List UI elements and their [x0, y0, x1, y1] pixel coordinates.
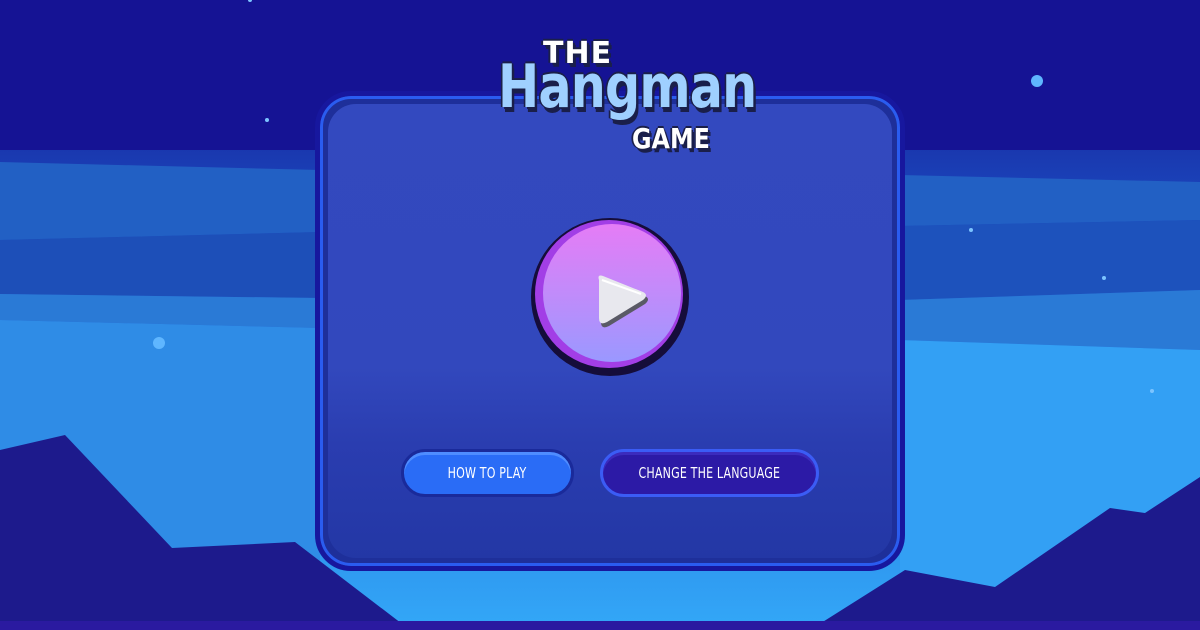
star-icon — [1031, 75, 1043, 87]
play-button[interactable] — [531, 218, 689, 376]
how-to-play-label: HOW TO PLAY — [448, 464, 527, 482]
change-language-label: CHANGE THE LANGUAGE — [638, 464, 781, 482]
play-triangle-icon — [598, 275, 648, 328]
logo-game-text: GAME — [632, 122, 710, 155]
play-button-ring — [535, 220, 683, 368]
logo-hangman-text: Hangman — [498, 52, 757, 122]
play-button-face — [543, 224, 681, 362]
sky-band — [0, 162, 320, 240]
how-to-play-button[interactable]: HOW TO PLAY — [401, 449, 574, 497]
change-language-button[interactable]: CHANGE THE LANGUAGE — [600, 449, 819, 497]
star-icon — [153, 337, 165, 349]
ground-strip — [0, 621, 1200, 630]
